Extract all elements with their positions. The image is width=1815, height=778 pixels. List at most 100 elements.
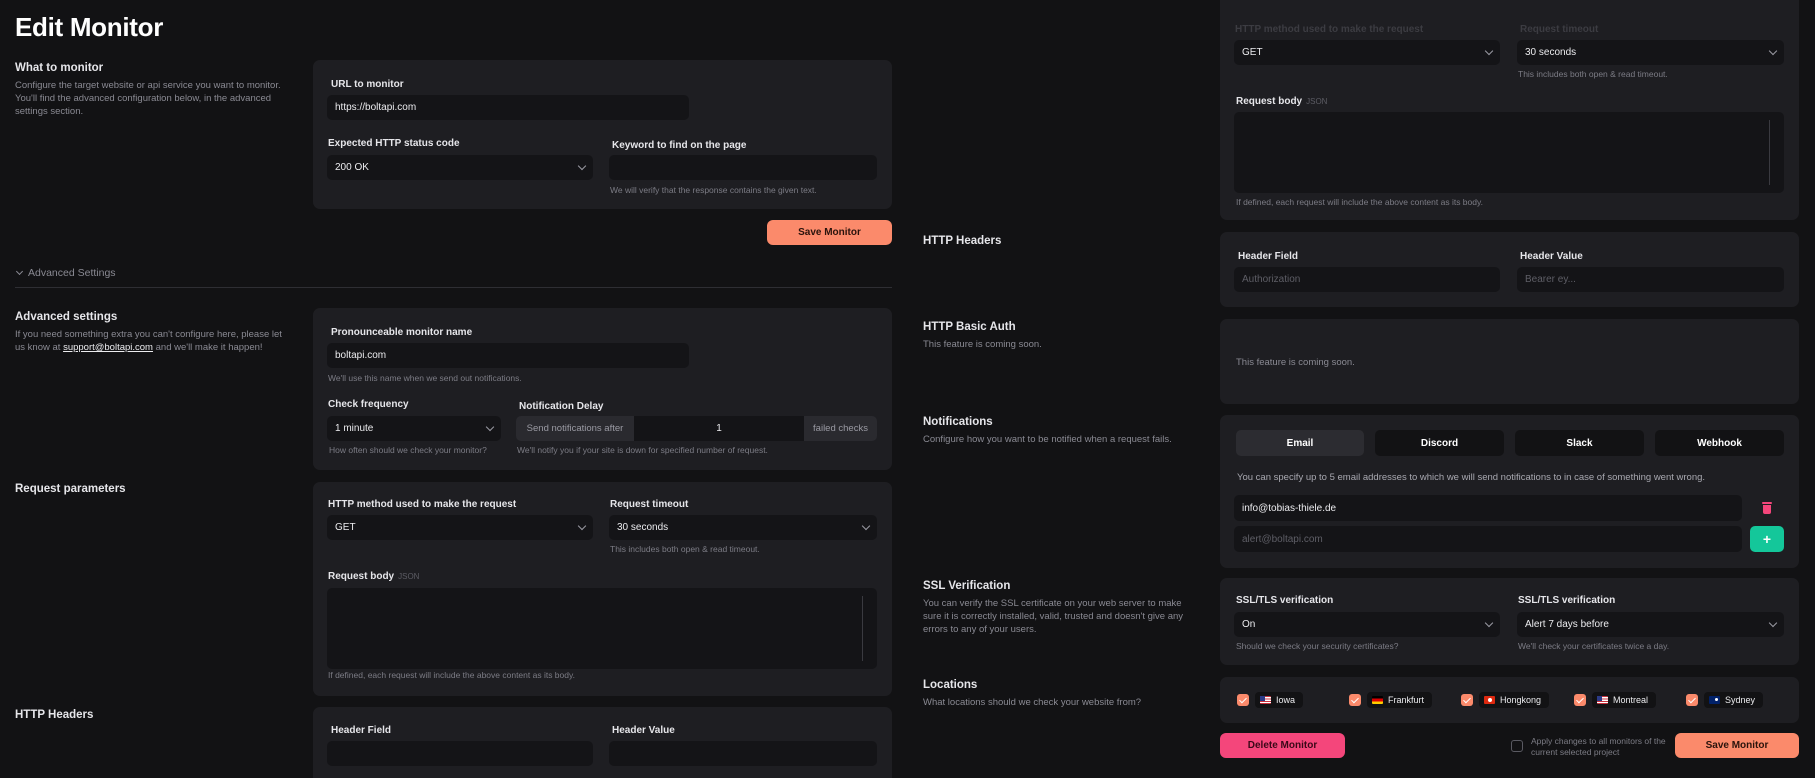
ssl-verify-select[interactable]: On xyxy=(1234,612,1500,637)
request-body-hint: If defined, each request will include th… xyxy=(328,670,575,680)
tab-slack[interactable]: Slack xyxy=(1515,430,1644,456)
section-title-notifications: Notifications xyxy=(923,416,993,428)
header-value-label-left: Header Value xyxy=(612,725,675,736)
section-desc-advanced: If you need something extra you can't co… xyxy=(15,329,282,353)
header-field-input-left[interactable] xyxy=(327,741,593,766)
section-title-request: Request parameters xyxy=(15,483,126,495)
header-field-input[interactable]: Authorization xyxy=(1234,267,1500,292)
section-desc-ssl: You can verify the SSL certificate on yo… xyxy=(923,598,1184,635)
request-body-label-right: Request body JSON xyxy=(1236,96,1328,107)
delete-monitor-button[interactable]: Delete Monitor xyxy=(1220,733,1345,758)
germany-flag-icon xyxy=(1372,696,1383,704)
section-title-basic-auth: HTTP Basic Auth xyxy=(923,321,1016,333)
section-title-headers-left: HTTP Headers xyxy=(15,709,94,721)
chevron-down-icon xyxy=(577,161,587,171)
chevron-down-icon xyxy=(577,521,587,531)
section-title-ssl: SSL Verification xyxy=(923,580,1011,592)
location-iowa[interactable]: Iowa xyxy=(1237,692,1304,708)
notification-delay-input[interactable]: 1 xyxy=(634,416,804,441)
location-montreal[interactable]: Montreal xyxy=(1574,692,1657,708)
section-title-headers: HTTP Headers xyxy=(923,235,1002,247)
keyword-hint: We will verify that the response contain… xyxy=(610,185,817,195)
support-email-link[interactable]: support@boltapi.com xyxy=(63,342,153,353)
new-email-input[interactable]: alert@boltapi.com xyxy=(1234,526,1742,552)
header-value-input-left[interactable] xyxy=(609,741,877,766)
location-sydney[interactable]: Sydney xyxy=(1686,692,1764,708)
location-hongkong[interactable]: Hongkong xyxy=(1461,692,1550,708)
australia-flag-icon xyxy=(1709,696,1720,704)
apply-all-label: Apply changes to all monitors of the cur… xyxy=(1531,736,1666,757)
request-timeout-label-right: Request timeout xyxy=(1520,24,1599,35)
http-method-select-right[interactable]: GET xyxy=(1234,40,1500,65)
checkbox-checked-icon[interactable] xyxy=(1574,694,1586,706)
page-title: Edit Monitor xyxy=(15,12,164,42)
checkbox-checked-icon[interactable] xyxy=(1461,694,1473,706)
request-body-textarea-right[interactable] xyxy=(1234,112,1784,193)
request-timeout-select-right[interactable]: 30 seconds xyxy=(1517,40,1784,65)
request-body-textarea[interactable] xyxy=(327,588,877,669)
check-frequency-label: Check frequency xyxy=(328,399,409,410)
notification-delay-hint: We'll notify you if your site is down fo… xyxy=(517,445,768,455)
http-method-label-right: HTTP method used to make the request xyxy=(1235,24,1424,35)
location-frankfurt[interactable]: Frankfurt xyxy=(1349,692,1433,708)
add-email-button[interactable]: + xyxy=(1750,526,1784,552)
chevron-down-icon xyxy=(861,521,871,531)
section-title-advanced: Advanced settings xyxy=(15,311,118,323)
chevron-down-icon xyxy=(1768,618,1778,628)
request-timeout-hint: This includes both open & read timeout. xyxy=(610,544,760,554)
request-timeout-hint-right: This includes both open & read timeout. xyxy=(1518,69,1668,79)
us-flag-icon xyxy=(1260,696,1271,704)
check-frequency-hint: How often should we check your monitor? xyxy=(329,445,487,455)
header-field-label-left: Header Field xyxy=(331,725,392,736)
http-method-label: HTTP method used to make the request xyxy=(328,499,517,510)
keyword-label: Keyword to find on the page xyxy=(612,140,747,151)
hongkong-flag-icon xyxy=(1484,696,1495,704)
apply-all-checkbox[interactable] xyxy=(1511,740,1523,752)
request-timeout-select[interactable]: 30 seconds xyxy=(609,515,877,540)
chevron-down-icon xyxy=(1484,46,1494,56)
ssl-verify-label: SSL/TLS verification xyxy=(1236,595,1334,606)
ssl-alert-select[interactable]: Alert 7 days before xyxy=(1517,612,1784,637)
notifications-info: You can specify up to 5 email addresses … xyxy=(1237,472,1706,483)
monitor-name-hint: We'll use this name when we send out not… xyxy=(328,373,522,383)
section-title-locations: Locations xyxy=(923,679,978,691)
status-code-label: Expected HTTP status code xyxy=(328,138,460,149)
request-body-hint-right: If defined, each request will include th… xyxy=(1236,197,1483,207)
checkbox-checked-icon[interactable] xyxy=(1349,694,1361,706)
section-desc-locations: What locations should we check your webs… xyxy=(923,697,1142,708)
tab-email[interactable]: Email xyxy=(1236,430,1364,456)
section-desc-what-to-monitor: Configure the target website or api serv… xyxy=(15,80,281,117)
url-label: URL to monitor xyxy=(331,79,404,90)
ssl-alert-hint: We'll check your certificates twice a da… xyxy=(1518,641,1670,651)
email-input[interactable]: info@tobias-thiele.de xyxy=(1234,495,1742,521)
check-frequency-select[interactable]: 1 minute xyxy=(327,416,501,441)
section-desc-notifications: Configure how you want to be notified wh… xyxy=(923,434,1172,445)
url-input[interactable]: https://boltapi.com xyxy=(327,95,689,120)
checkbox-checked-icon[interactable] xyxy=(1237,694,1249,706)
tab-webhook[interactable]: Webhook xyxy=(1655,430,1784,456)
notification-delay-label: Notification Delay xyxy=(519,401,604,412)
chevron-down-icon xyxy=(1484,618,1494,628)
section-desc-basic-auth: This feature is coming soon. xyxy=(923,339,1042,350)
delay-prefix: Send notifications after xyxy=(516,416,634,441)
save-monitor-button-bottom[interactable]: Save Monitor xyxy=(1675,733,1799,758)
advanced-settings-toggle[interactable]: Advanced Settings xyxy=(15,267,116,279)
delay-suffix: failed checks xyxy=(804,416,877,441)
section-title-what-to-monitor: What to monitor xyxy=(15,62,104,74)
request-body-label: Request body JSON xyxy=(328,571,420,582)
checkbox-checked-icon[interactable] xyxy=(1686,694,1698,706)
keyword-input[interactable] xyxy=(609,155,877,180)
trash-icon[interactable] xyxy=(1762,502,1772,514)
monitor-name-label: Pronounceable monitor name xyxy=(331,327,473,338)
flag-icon xyxy=(1597,696,1608,704)
status-code-select[interactable]: 200 OK xyxy=(327,155,593,180)
save-monitor-button-top[interactable]: Save Monitor xyxy=(767,220,892,245)
header-value-label: Header Value xyxy=(1520,251,1583,262)
header-value-input[interactable]: Bearer ey... xyxy=(1517,267,1784,292)
scrollbar[interactable] xyxy=(862,596,863,661)
http-method-select[interactable]: GET xyxy=(327,515,593,540)
basic-auth-card-text: This feature is coming soon. xyxy=(1236,357,1355,368)
monitor-name-input[interactable]: boltapi.com xyxy=(327,343,689,368)
tab-discord[interactable]: Discord xyxy=(1375,430,1504,456)
scrollbar[interactable] xyxy=(1769,120,1770,185)
